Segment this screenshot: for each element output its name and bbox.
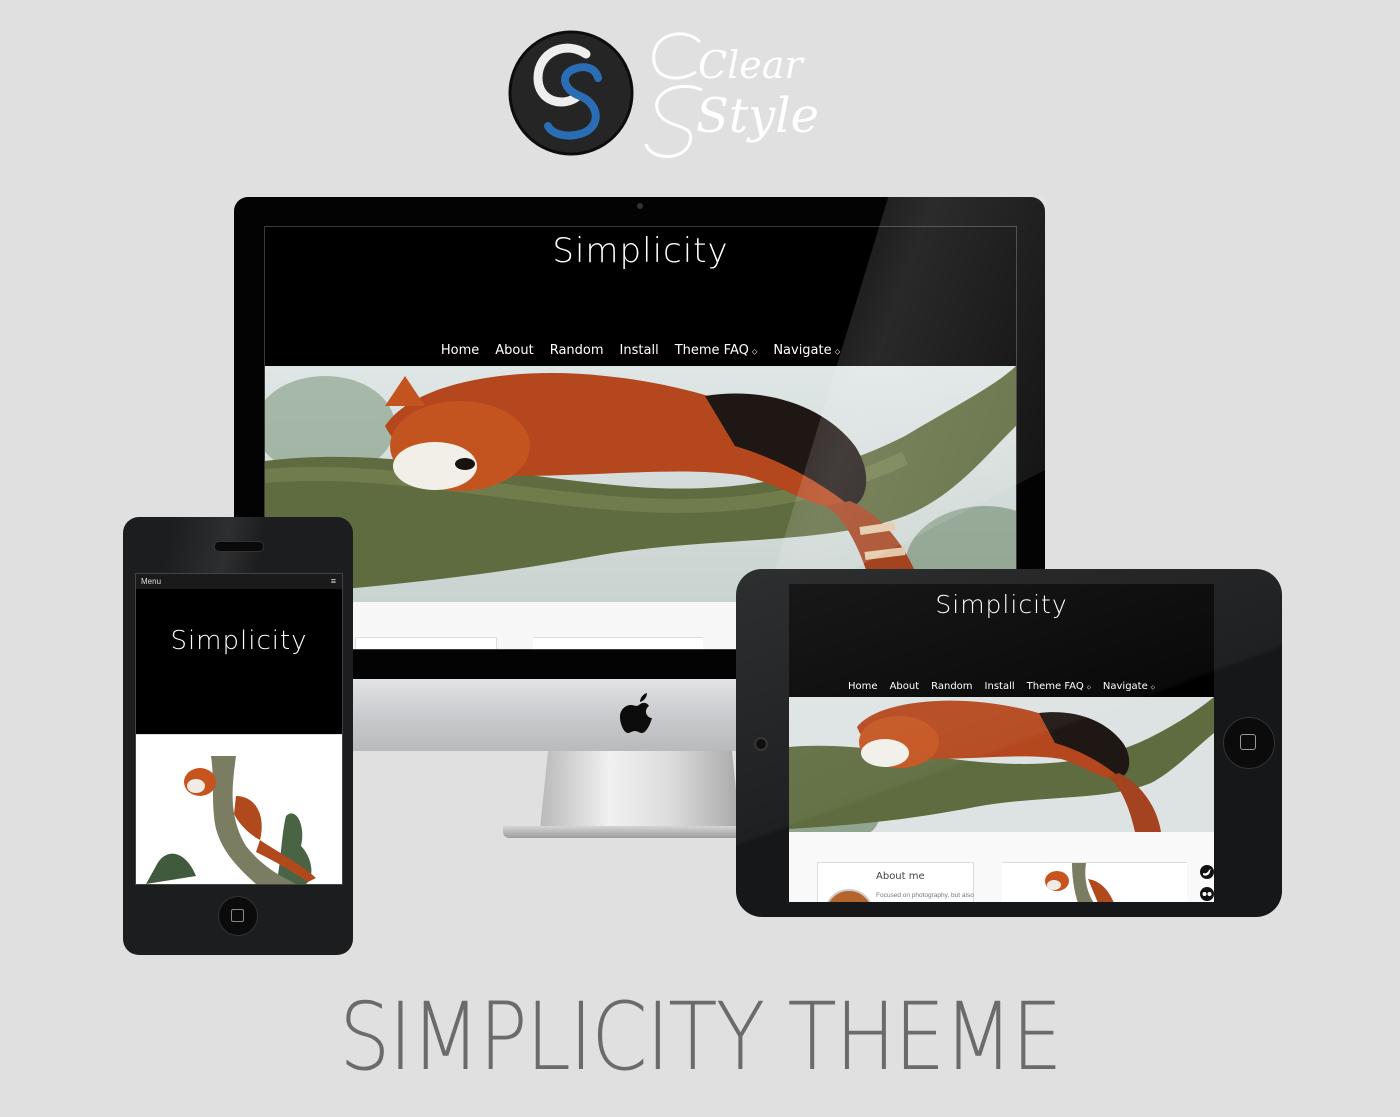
tablet-nav-random[interactable]: Random — [931, 681, 972, 692]
tablet-nav-theme-faq-label: Theme FAQ — [1026, 681, 1084, 692]
avatar — [824, 889, 874, 902]
desktop-nav-navigate-label: Navigate — [773, 343, 832, 358]
logo-word-clear: Clear — [698, 43, 805, 87]
desktop-nav-navigate[interactable]: Navigate ⬦ — [773, 343, 840, 358]
dropdown-caret-icon: ⬦ — [834, 347, 841, 356]
tablet-camera — [754, 737, 768, 751]
tablet-nav-install[interactable]: Install — [985, 681, 1015, 692]
tablet-nav: Home About Random Install Theme FAQ ⬦ Nav… — [789, 681, 1214, 692]
desktop-widget-card — [355, 637, 497, 649]
twitter-icon[interactable] — [1200, 865, 1214, 879]
phone-menu-label[interactable]: Menu — [141, 574, 161, 589]
hamburger-menu-icon[interactable]: ≡ — [331, 574, 336, 589]
dropdown-caret-icon: ⬦ — [751, 347, 758, 356]
phone-site-title[interactable]: Simplicity — [136, 626, 342, 656]
red-panda-tablet-image — [789, 697, 1214, 832]
home-square-icon — [1240, 734, 1256, 750]
desktop-nav-install[interactable]: Install — [620, 343, 659, 358]
red-panda-hero-image — [265, 366, 1016, 602]
monitor-stand — [540, 751, 740, 829]
post-thumbnail-image — [1002, 863, 1187, 902]
desktop-nav: Home About Random Install Theme FAQ ⬦ Nav… — [265, 343, 1016, 358]
red-panda-phone-image — [136, 756, 342, 884]
apple-logo-icon — [620, 693, 652, 733]
social-links — [1200, 865, 1214, 901]
phone-site-screen: Menu ≡ Simplicity — [135, 573, 343, 885]
theme-title: SIMPLICITY THEME — [339, 983, 1063, 1092]
tablet-nav-about[interactable]: About — [890, 681, 920, 692]
desktop-post-card — [533, 637, 703, 649]
tablet-nav-navigate-label: Navigate — [1102, 681, 1148, 692]
tablet-site-screen: Simplicity Home About Random Install The… — [789, 584, 1214, 902]
tablet-nav-theme-faq[interactable]: Theme FAQ ⬦ — [1027, 681, 1091, 692]
desktop-nav-theme-faq[interactable]: Theme FAQ ⬦ — [675, 343, 758, 358]
monitor-camera — [637, 203, 643, 209]
tablet-nav-home[interactable]: Home — [848, 681, 878, 692]
tablet-post-card[interactable] — [1002, 862, 1187, 902]
dropdown-caret-icon: ⬦ — [1086, 684, 1091, 691]
dropdown-caret-icon: ⬦ — [1150, 684, 1155, 691]
clear-style-logo-text: Clear Style — [644, 32, 819, 158]
desktop-nav-home[interactable]: Home — [441, 343, 479, 358]
desktop-site-title[interactable]: Simplicity — [265, 231, 1016, 271]
phone-menu-bar[interactable]: Menu ≡ — [136, 574, 342, 589]
desktop-nav-theme-faq-label: Theme FAQ — [674, 343, 749, 358]
phone-speaker — [214, 541, 264, 552]
tablet-site-title[interactable]: Simplicity — [789, 590, 1214, 619]
phone-content-strip — [136, 734, 342, 757]
logo-word-style: Style — [696, 88, 819, 144]
about-me-widget: About me Focused on photography, but als… — [817, 862, 974, 902]
clear-style-logo-mark — [508, 30, 634, 156]
home-square-icon — [231, 909, 244, 922]
about-me-text: Focused on photography, but also — [876, 892, 974, 899]
desktop-nav-about[interactable]: About — [495, 343, 533, 358]
tablet-nav-navigate[interactable]: Navigate ⬦ — [1103, 681, 1155, 692]
about-me-title: About me — [876, 871, 925, 882]
flickr-icon[interactable] — [1200, 887, 1214, 901]
desktop-nav-random[interactable]: Random — [550, 343, 604, 358]
